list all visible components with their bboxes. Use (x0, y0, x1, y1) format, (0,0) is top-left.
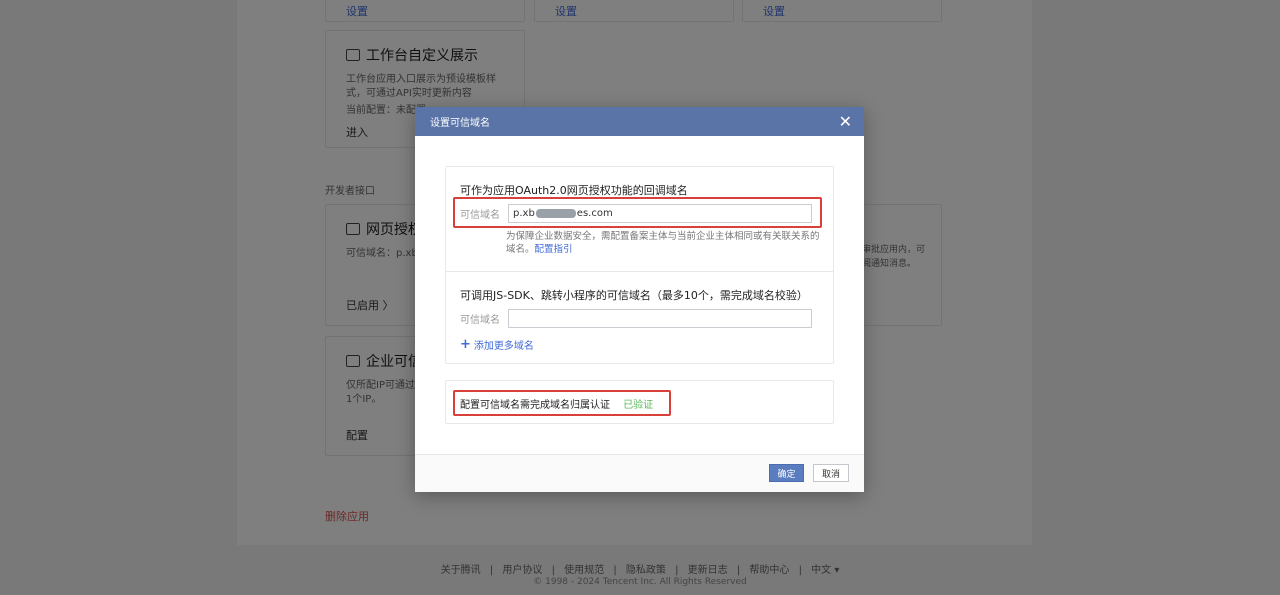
jssdk-domain-row: 可信域名 (460, 309, 812, 328)
add-more-domains-button[interactable]: + 添加更多域名 (460, 337, 534, 352)
jssdk-domain-heading: 可调用JS-SDK、跳转小程序的可信域名（最多10个，需完成域名校验） (460, 289, 808, 302)
domain-settings-box: 可作为应用OAuth2.0网页授权功能的回调域名 可信域名 p.xb es.com… (445, 166, 834, 364)
highlight-verification (453, 390, 671, 416)
oauth-domain-heading: 可作为应用OAuth2.0网页授权功能的回调域名 (460, 184, 688, 197)
box-divider (446, 271, 833, 272)
dialog-body: 可作为应用OAuth2.0网页授权功能的回调域名 可信域名 p.xb es.com… (415, 136, 864, 454)
jssdk-domain-input[interactable] (508, 309, 812, 328)
config-guide-link[interactable]: 配置指引 (535, 244, 573, 255)
dialog-title: 设置可信域名 (430, 118, 490, 129)
close-icon[interactable]: ✕ (839, 113, 852, 130)
cancel-button[interactable]: 取消 (813, 464, 849, 482)
highlight-oauth-input (453, 197, 822, 228)
confirm-button[interactable]: 确定 (769, 464, 804, 482)
dialog-header: 设置可信域名 ✕ (415, 107, 864, 136)
oauth-domain-hint: 为保障企业数据安全，需配置备案主体与当前企业主体相同或有关联关系的域名。配置指引 (506, 231, 820, 255)
dialog-footer: 确定 取消 (415, 454, 864, 492)
trusted-domain-dialog: 设置可信域名 ✕ 可作为应用OAuth2.0网页授权功能的回调域名 可信域名 p… (415, 107, 864, 492)
jssdk-domain-label: 可信域名 (460, 315, 500, 326)
plus-icon: + (460, 337, 471, 352)
